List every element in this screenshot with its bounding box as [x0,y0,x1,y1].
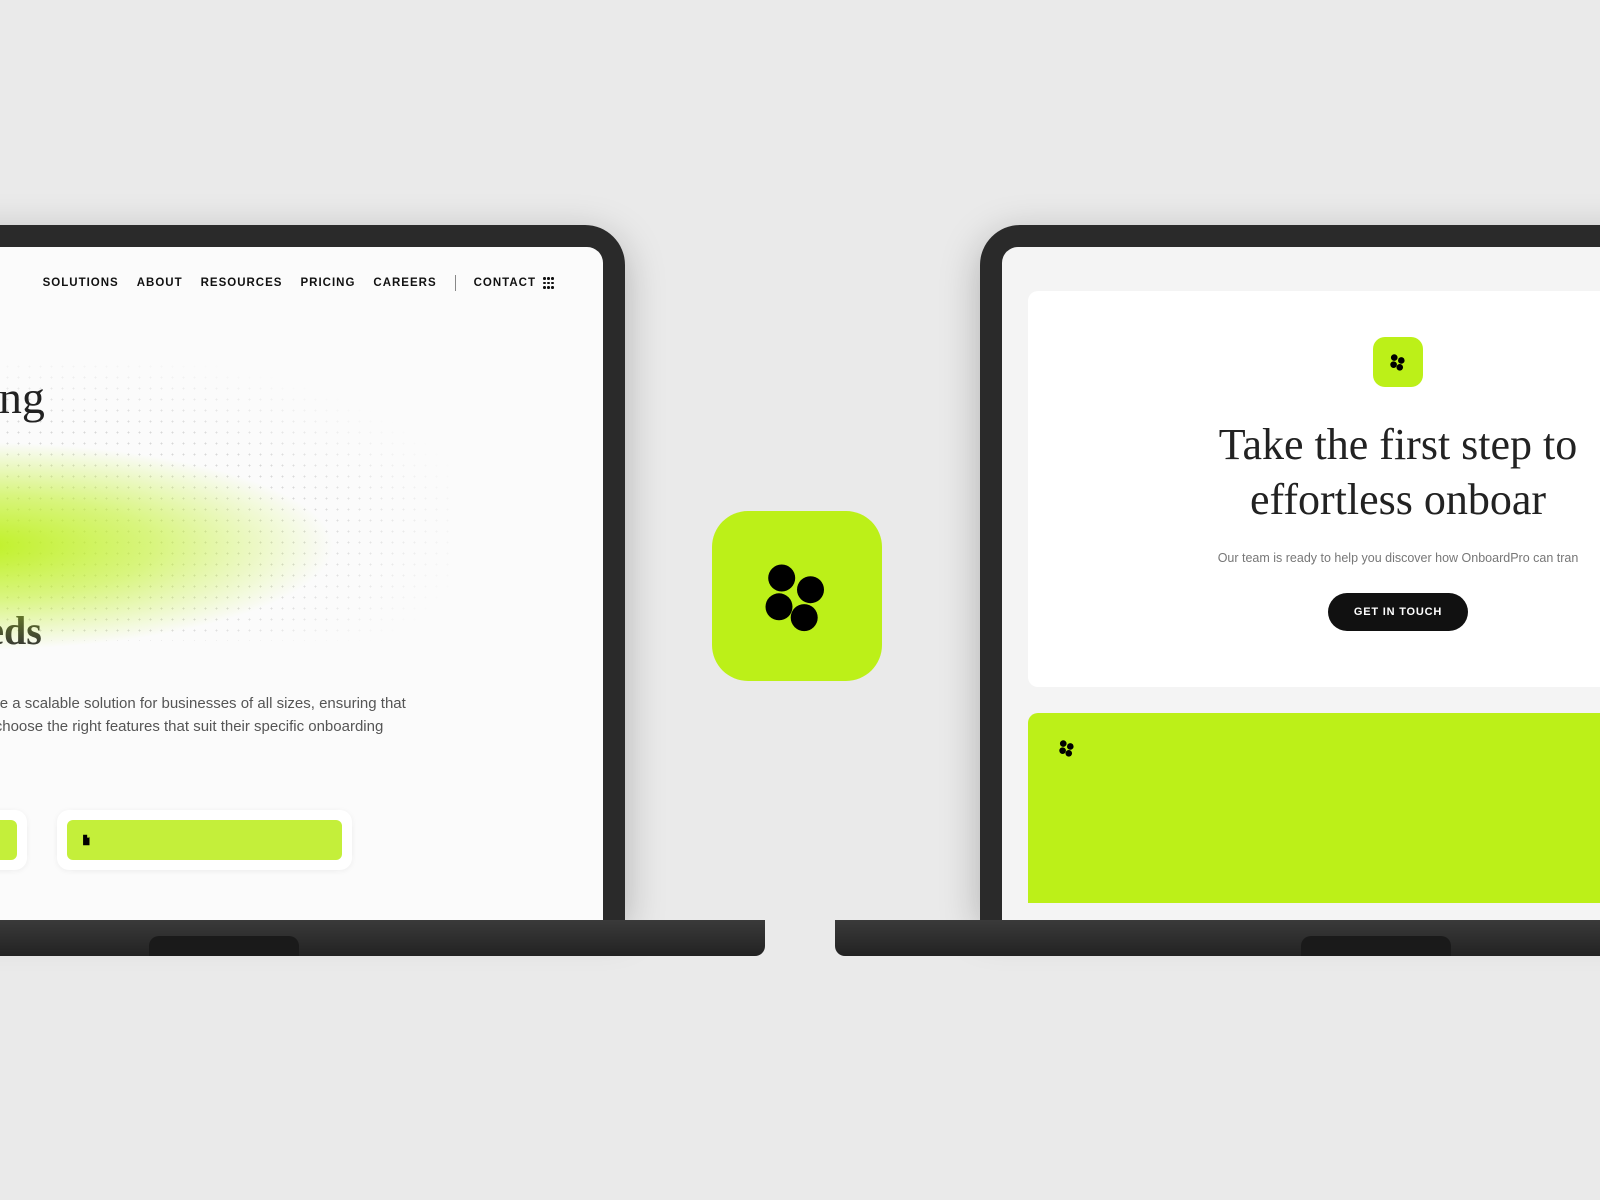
cta-subtext: Our team is ready to help you discover h… [1060,551,1600,565]
card-banner [0,820,17,860]
nav-solutions[interactable]: SOLUTIONS [43,277,119,289]
top-nav: SOLUTIONS ABOUT RESOURCES PRICING CAREER… [0,247,603,291]
pricing-card[interactable] [57,810,352,870]
footer: PRODUCT SOLUTIONS PRICING RESOURCES [1028,713,1600,903]
grid-icon [543,277,555,289]
nav-contact[interactable]: CONTACT [474,277,555,289]
screen-cta: Take the first step to effortless onboar… [1002,247,1600,920]
laptop-base-right [835,920,1600,956]
nav-pricing[interactable]: PRICING [300,277,355,289]
footer-logo [1056,737,1078,759]
dots-logo-icon [1056,737,1078,759]
section-subheading: your needs [0,581,603,654]
screen-pricing: SOLUTIONS ABOUT RESOURCES PRICING CAREER… [0,247,603,920]
pricing-card[interactable] [0,810,27,870]
section-description: These plans provide a scalable solution … [0,654,477,762]
cta-line1: Take the first step to [1219,420,1578,469]
trackpad-notch [1301,936,1451,956]
laptop-mockup-left: SOLUTIONS ABOUT RESOURCES PRICING CAREER… [0,225,625,920]
laptop-mockup-right: Take the first step to effortless onboar… [980,225,1600,920]
cta-headline: Take the first step to effortless onboar [1060,417,1600,527]
pricing-cards-row [0,762,603,870]
nav-contact-label: CONTACT [474,277,536,289]
cta-card: Take the first step to effortless onboar… [1028,291,1600,687]
get-in-touch-button[interactable]: GET IN TOUCH [1328,593,1468,631]
brand-logo-large [712,511,882,681]
nav-careers[interactable]: CAREERS [373,277,436,289]
cta-line2: effortless onboar [1250,475,1546,524]
dots-logo-icon [752,551,842,641]
nav-resources[interactable]: RESOURCES [201,277,283,289]
dots-logo-icon [1387,351,1409,373]
nav-about[interactable]: ABOUT [137,277,183,289]
brand-logo-small [1373,337,1423,387]
doc-icon [79,833,93,847]
hero-section: Pricing [0,291,603,581]
card-banner [67,820,342,860]
page-title: Pricing [0,371,603,424]
laptop-base-left [0,920,765,956]
trackpad-notch [149,936,299,956]
nav-divider [455,275,456,291]
